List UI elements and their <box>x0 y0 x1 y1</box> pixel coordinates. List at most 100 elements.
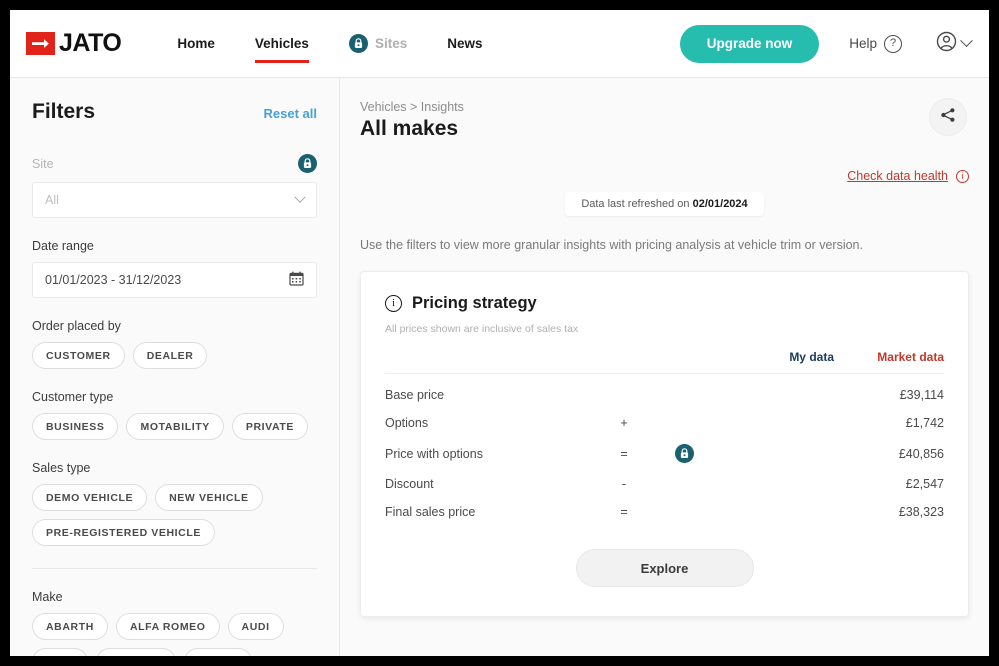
pricing-card-title: Pricing strategy <box>412 294 537 313</box>
col-header-market-data: Market data <box>834 350 944 374</box>
chip-citroen[interactable]: CITROEN <box>96 648 175 656</box>
explore-button[interactable]: Explore <box>576 549 754 587</box>
chip-motability[interactable]: MOTABILITY <box>126 413 223 440</box>
pricing-header-row: My data Market data <box>385 350 944 374</box>
chevron-down-icon <box>294 192 305 203</box>
row-lock-cell <box>654 402 714 430</box>
row-operator: + <box>594 402 654 430</box>
date-range-value: 01/01/2023 - 31/12/2023 <box>45 273 289 287</box>
row-my-data <box>714 430 834 463</box>
chevron-down-icon <box>960 34 973 47</box>
sales-type-filter: Sales type DEMO VEHICLE NEW VEHICLE PRE-… <box>32 461 317 546</box>
check-data-health-link[interactable]: Check data health <box>847 169 948 183</box>
row-label-options: Options <box>385 402 594 430</box>
customer-type-filter: Customer type BUSINESS MOTABILITY PRIVAT… <box>32 390 317 440</box>
chip-pre-registered-vehicle[interactable]: PRE-REGISTERED VEHICLE <box>32 519 215 546</box>
info-circle-icon[interactable]: i <box>956 170 969 183</box>
nav-item-vehicles[interactable]: Vehicles <box>235 10 329 77</box>
data-refresh-pill: Data last refreshed on 02/01/2024 <box>565 192 763 216</box>
row-market-data: £40,856 <box>834 430 944 463</box>
row-label-discount: Discount <box>385 463 594 491</box>
pricing-card-subtitle: All prices shown are inclusive of sales … <box>385 323 944 335</box>
chip-private[interactable]: PRIVATE <box>232 413 308 440</box>
row-my-data <box>714 491 834 519</box>
share-icon <box>940 107 956 128</box>
row-market-data: £1,742 <box>834 402 944 430</box>
col-header-my-data: My data <box>714 350 834 374</box>
nav-item-home[interactable]: Home <box>157 10 235 77</box>
app-window: JATO Home Vehicles Sites News <box>10 10 989 656</box>
nav-label-sites: Sites <box>375 36 407 51</box>
order-placed-by-label: Order placed by <box>32 319 317 333</box>
nav-item-sites[interactable]: Sites <box>329 10 427 77</box>
filters-title: Filters <box>32 100 95 124</box>
row-operator: = <box>594 430 654 463</box>
data-refresh-date: 02/01/2024 <box>693 198 748 210</box>
sales-type-chips: DEMO VEHICLE NEW VEHICLE PRE-REGISTERED … <box>32 484 317 546</box>
chip-alfa-romeo[interactable]: ALFA ROMEO <box>116 613 220 640</box>
upgrade-now-button[interactable]: Upgrade now <box>680 25 820 63</box>
col-header-lock <box>654 350 714 374</box>
lock-icon <box>298 154 317 173</box>
pricing-table-head: My data Market data <box>385 350 944 374</box>
chip-cupra[interactable]: CUPRA <box>184 648 252 656</box>
breadcrumb: Vehicles > Insights <box>360 100 969 114</box>
sales-type-label: Sales type <box>32 461 317 475</box>
jato-swoosh-icon <box>26 32 55 55</box>
nav-item-news[interactable]: News <box>427 10 502 77</box>
pricing-table-body: Base price £39,114 Options + £1,742 <box>385 374 944 520</box>
row-my-data <box>714 402 834 430</box>
table-row: Final sales price = £38,323 <box>385 491 944 519</box>
share-button[interactable] <box>929 98 967 136</box>
nav-label-news: News <box>447 36 482 51</box>
row-label-price-with-options: Price with options <box>385 430 594 463</box>
row-lock-cell <box>654 463 714 491</box>
table-row: Price with options = <box>385 430 944 463</box>
date-range-input[interactable]: 01/01/2023 - 31/12/2023 <box>32 262 317 298</box>
chip-demo-vehicle[interactable]: DEMO VEHICLE <box>32 484 147 511</box>
make-label: Make <box>32 590 317 604</box>
site-label-row: Site <box>32 154 317 173</box>
chip-new-vehicle[interactable]: NEW VEHICLE <box>155 484 263 511</box>
chip-abarth[interactable]: ABARTH <box>32 613 108 640</box>
site-select[interactable]: All <box>32 182 317 218</box>
make-filter: Make ABARTH ALFA ROMEO AUDI BMW CITROEN … <box>32 590 317 656</box>
lock-icon[interactable] <box>675 444 694 463</box>
chip-customer[interactable]: CUSTOMER <box>32 342 125 369</box>
helper-text: Use the filters to view more granular in… <box>360 238 969 252</box>
pricing-table: My data Market data Base price £39,114 <box>385 350 944 519</box>
chip-dealer[interactable]: DEALER <box>133 342 208 369</box>
col-header-label <box>385 350 594 374</box>
account-menu[interactable] <box>936 31 971 57</box>
user-circle-icon <box>936 31 957 57</box>
chip-bmw[interactable]: BMW <box>32 648 88 656</box>
help-link[interactable]: Help ? <box>849 35 902 53</box>
jato-logo[interactable]: JATO <box>26 29 121 58</box>
calendar-icon <box>289 271 304 289</box>
filters-sidebar: Filters Reset all Site All <box>10 78 340 656</box>
jato-logo-text: JATO <box>59 29 121 58</box>
top-navigation-bar: JATO Home Vehicles Sites News <box>10 10 989 78</box>
row-market-data: £2,547 <box>834 463 944 491</box>
explore-button-wrap: Explore <box>385 549 944 587</box>
date-range-filter: Date range 01/01/2023 - 31/12/2023 <box>32 239 317 298</box>
data-health-row: Check data health i <box>360 169 969 183</box>
site-label: Site <box>32 157 54 171</box>
help-label: Help <box>849 36 877 51</box>
question-circle-icon: ? <box>884 35 902 53</box>
info-circle-icon[interactable]: i <box>385 295 402 312</box>
date-range-label: Date range <box>32 239 317 253</box>
row-operator: - <box>594 463 654 491</box>
row-market-data: £39,114 <box>834 374 944 403</box>
row-operator: = <box>594 491 654 519</box>
nav-label-home: Home <box>177 36 215 51</box>
chip-audi[interactable]: AUDI <box>228 613 284 640</box>
nav-label-vehicles: Vehicles <box>255 36 309 51</box>
row-lock-cell <box>654 491 714 519</box>
reset-all-link[interactable]: Reset all <box>264 106 317 121</box>
table-row: Discount - £2,547 <box>385 463 944 491</box>
row-lock-cell <box>654 430 714 463</box>
site-filter: Site All <box>32 154 317 218</box>
chip-business[interactable]: BUSINESS <box>32 413 118 440</box>
customer-type-label: Customer type <box>32 390 317 404</box>
